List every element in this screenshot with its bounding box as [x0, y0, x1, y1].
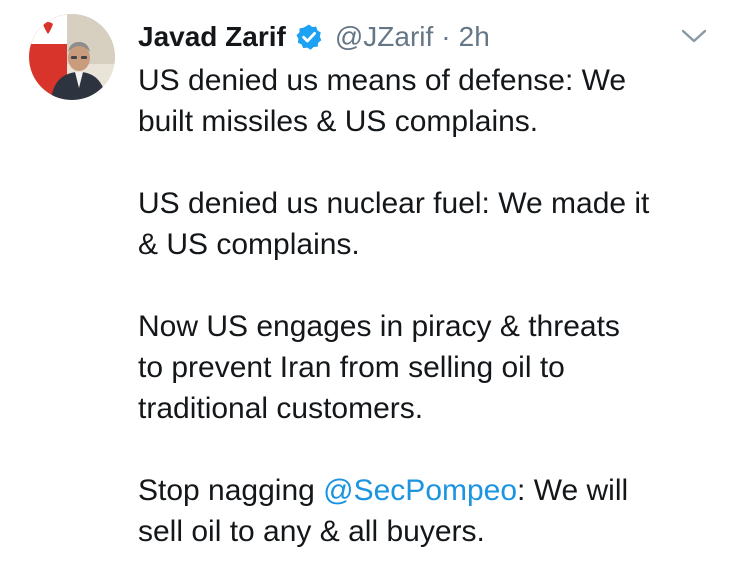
avatar[interactable]: [29, 14, 115, 100]
display-name[interactable]: Javad Zarif: [138, 21, 286, 53]
tweet-line: Stop nagging @SecPompeo: We will: [138, 470, 728, 511]
tweet-paragraph: Now US engages in piracy & threats to pr…: [138, 306, 728, 429]
tweet-line: US denied us nuclear fuel: We made it: [138, 187, 650, 220]
verified-badge-icon: [295, 23, 323, 51]
mention-link[interactable]: @SecPompeo: [323, 474, 517, 507]
tweet-line: traditional customers.: [138, 392, 424, 425]
profile-photo-icon: [29, 14, 115, 100]
tweet-line: & US complains.: [138, 228, 360, 261]
user-handle[interactable]: @JZarif: [335, 21, 433, 53]
tweet-line: US denied us means of defense: We: [138, 64, 627, 97]
tweet-paragraph: US denied us nuclear fuel: We made it & …: [138, 183, 728, 265]
tweet-header: Javad Zarif @JZarif · 2h: [138, 14, 490, 60]
tweet-line: sell oil to any & all buyers.: [138, 515, 485, 548]
tweet-text: US denied us means of defense: We built …: [138, 60, 728, 552]
tweet-paragraph: Stop nagging @SecPompeo: We will sell oi…: [138, 470, 728, 552]
tweet-line: to prevent Iran from selling oil to: [138, 351, 565, 384]
tweet-text-fragment: : We will: [517, 474, 629, 507]
tweet-paragraph: US denied us means of defense: We built …: [138, 60, 728, 142]
tweet-line: Now US engages in piracy & threats: [138, 310, 620, 343]
tweet[interactable]: Javad Zarif @JZarif · 2h US denied us me…: [0, 0, 743, 578]
separator-dot: ·: [441, 21, 451, 52]
timestamp[interactable]: 2h: [459, 21, 490, 53]
chevron-down-icon[interactable]: [680, 26, 708, 46]
tweet-line: built missiles & US complains.: [138, 105, 539, 138]
tweet-text-fragment: Stop nagging: [138, 474, 324, 507]
